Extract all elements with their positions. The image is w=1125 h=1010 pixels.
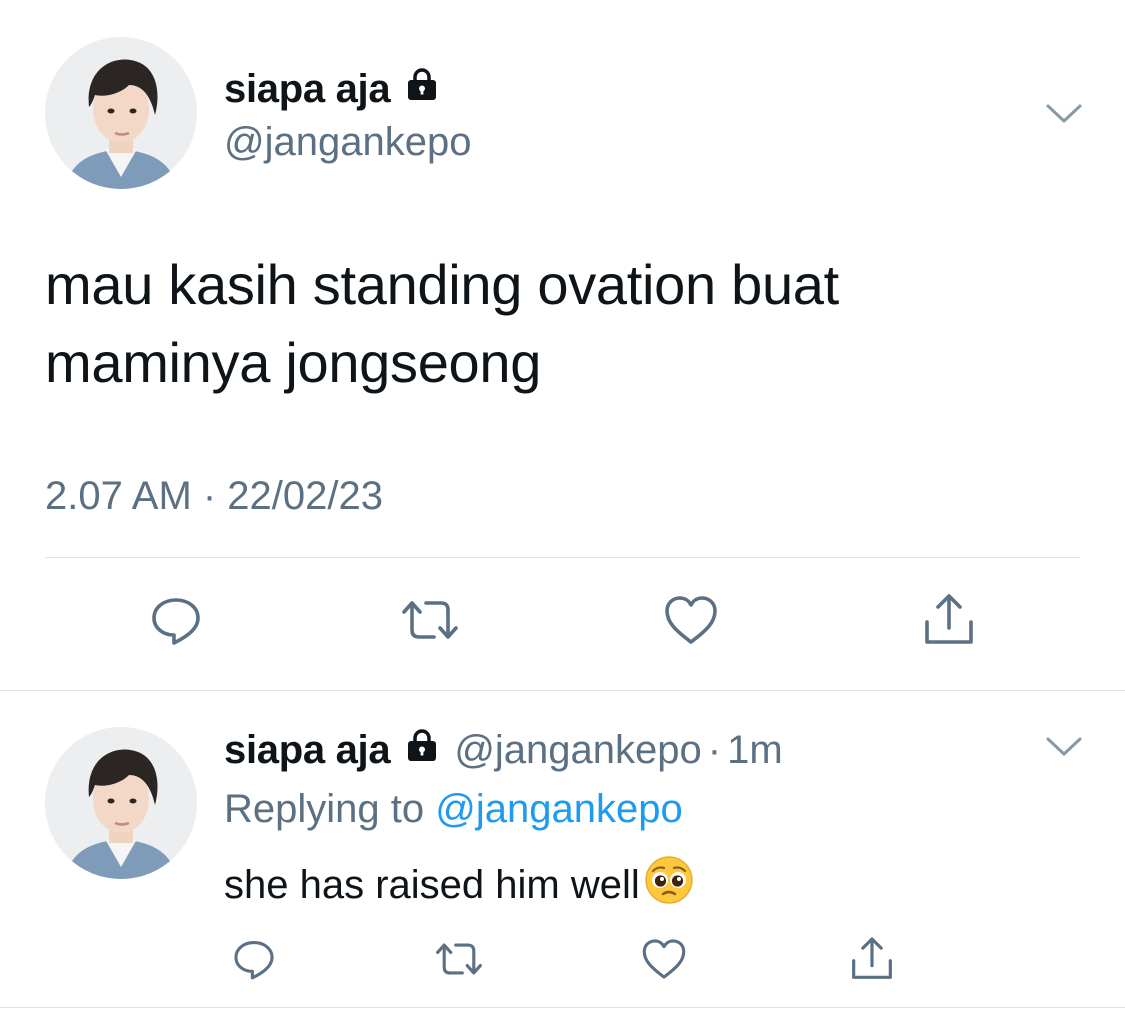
tweet-text-line-2: maminya jongseong [45,331,542,394]
avatar-image [45,727,197,879]
like-button[interactable] [637,932,691,986]
tweet-detail-page: siapa aja @jangankepo mau kasih standing… [0,0,1125,1010]
avatar[interactable] [45,727,197,879]
main-tweet: siapa aja @jangankepo mau kasih standing… [0,0,1125,690]
tweet-timestamp[interactable]: 2.07 AM · 22/02/23 [45,474,383,519]
lock-icon [404,727,440,773]
reply-button[interactable] [227,932,281,986]
share-button[interactable] [845,932,899,986]
lock-icon [404,66,440,112]
author-name[interactable]: siapa aja [224,728,391,773]
like-icon [665,596,717,644]
reply-icon [152,598,200,645]
reply-text: she has raised him well [224,855,694,915]
reply-button[interactable] [144,588,208,652]
author-handle[interactable]: @jangankepo [224,120,471,165]
like-icon [642,939,686,979]
reply-header: siapa aja @jangankepo · 1m [224,727,783,773]
separator-dot: · [707,727,722,772]
chevron-down-icon[interactable] [1044,733,1084,761]
like-button[interactable] [659,588,723,652]
share-icon [925,594,973,644]
share-button[interactable] [917,588,981,652]
replying-label: Replying to [224,787,425,831]
reply-icon [234,941,274,980]
mention-link[interactable]: @jangankepo [435,787,682,831]
retweet-button[interactable] [432,932,486,986]
share-icon [852,937,892,979]
retweet-icon [436,943,482,975]
action-bar [0,932,1125,988]
action-bar [0,592,1125,652]
reply-text-content: she has raised him well [224,862,640,907]
divider [45,557,1080,558]
retweet-button[interactable] [398,588,462,652]
author-name[interactable]: siapa aja [224,66,440,112]
reply-tweet[interactable]: siapa aja @jangankepo · 1m Replying to @… [0,691,1125,1010]
retweet-icon [402,601,458,639]
author-handle[interactable]: @jangankepo [454,728,701,773]
avatar[interactable] [45,37,197,189]
replying-to: Replying to @jangankepo [224,787,683,832]
tweet-text: mau kasih standing ovation buat maminya … [45,246,1045,402]
divider [0,1007,1125,1008]
chevron-down-icon[interactable] [1044,100,1084,128]
reply-time[interactable]: 1m [727,728,783,773]
avatar-image [45,37,197,189]
tweet-text-line-1: mau kasih standing ovation buat [45,253,839,316]
pleading-face-icon [644,855,694,915]
author-name-text: siapa aja [224,66,391,111]
